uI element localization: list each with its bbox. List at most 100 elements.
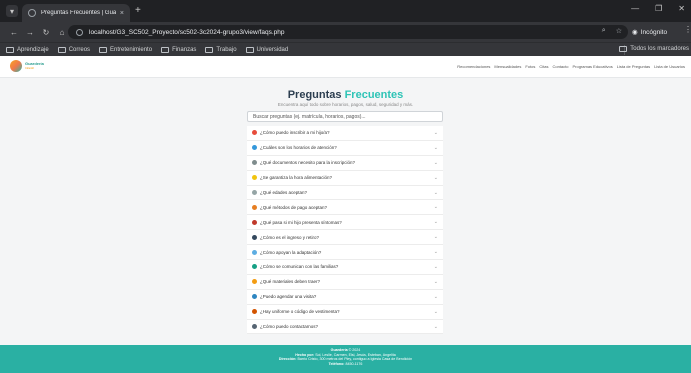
bookmark-folder[interactable]: Aprendizaje — [6, 46, 49, 53]
bookmark-folder[interactable]: Entretenimiento — [99, 46, 152, 53]
faq-search-input[interactable] — [247, 111, 443, 122]
bookmark-star-icon[interactable]: ☆ — [616, 27, 622, 35]
faq-question: ¿Qué documentos necesito para la inscrip… — [260, 160, 356, 166]
question-icon — [252, 279, 257, 285]
logo-icon — [10, 60, 22, 72]
folder-icon — [205, 46, 214, 53]
chevron-down-icon: ⌄ — [433, 189, 438, 196]
faq-question: ¿Qué métodos de pago aceptan? — [260, 204, 328, 210]
faq-question: ¿Hay uniforme o código de vestimenta? — [260, 309, 340, 315]
question-icon — [252, 204, 257, 210]
bookmark-folder[interactable]: Finanzas — [161, 46, 196, 53]
close-window-icon[interactable]: ✕ — [678, 4, 685, 13]
faq-item[interactable]: ¿Qué materiales deben traer? ⌄ — [247, 274, 443, 290]
chevron-down-icon: ⌄ — [433, 249, 438, 256]
faq-item[interactable]: ¿Puedo agendar una visita? ⌄ — [247, 289, 443, 305]
browser-menu-icon[interactable]: ⋮ — [684, 25, 691, 34]
question-icon — [252, 175, 257, 181]
folder-icon — [619, 46, 628, 52]
chevron-down-icon: ⌄ — [433, 174, 438, 181]
nav-link[interactable]: Contacto — [552, 64, 568, 69]
footer-line: Teléfono: 8450-1176 — [328, 361, 363, 366]
faq-item[interactable]: ¿Cómo puedo inscribir a mi hijo/a? ⌄ — [247, 126, 443, 141]
faq-question: ¿Qué pasa si mi hijo presenta síntomas? — [260, 219, 342, 225]
window-controls: — ❐ ✕ — [631, 4, 685, 13]
faq-question: ¿Cómo puedo contactarnos? — [260, 324, 319, 330]
address-bar[interactable]: localhost/G3_SC502_Proyecto/sc502-3c2024… — [68, 25, 628, 39]
chevron-down-icon: ⌄ — [433, 219, 438, 226]
faq-accordion: ¿Cómo puedo inscribir a mi hijo/a? ⌄ ¿Cuá… — [247, 126, 443, 335]
faq-question: ¿Se garantiza la hora alimentación? — [260, 175, 333, 181]
faq-question: ¿Cómo apoyan la adaptación? — [260, 249, 322, 255]
restore-icon[interactable]: ❐ — [655, 4, 662, 13]
close-tab-icon[interactable]: × — [120, 10, 124, 17]
nav-link[interactable]: Fotos — [525, 64, 535, 69]
question-icon — [252, 309, 257, 315]
folder-icon — [245, 46, 254, 53]
page-title: Preguntas Frecuentes — [0, 89, 691, 101]
faq-item[interactable]: ¿Qué métodos de pago aceptan? ⌄ — [247, 200, 443, 216]
new-tab-button[interactable]: + — [135, 5, 141, 16]
all-bookmarks[interactable]: Todos los marcadores — [619, 46, 689, 52]
chevron-down-icon: ⌄ — [433, 293, 438, 300]
browser-toolbar: ← → ↻ ⌂ localhost/G3_SC502_Proyecto/sc50… — [0, 22, 691, 42]
faq-question: ¿Cómo se comunican con las familias? — [260, 264, 339, 270]
question-icon — [252, 324, 257, 330]
chevron-down-icon: ⌄ — [433, 278, 438, 285]
nav-link[interactable]: Recomendaciones — [457, 64, 490, 69]
zoom-icon[interactable]: ⌕ — [602, 27, 606, 35]
question-icon — [252, 145, 257, 151]
question-icon — [252, 160, 257, 166]
faq-item[interactable]: ¿Hay uniforme o código de vestimenta? ⌄ — [247, 304, 443, 320]
reload-icon[interactable]: ↻ — [38, 28, 54, 37]
web-page: Guardería Infantil Recomendaciones Mensu… — [0, 56, 691, 373]
incognito-icon: ◉ — [632, 29, 638, 36]
faq-item[interactable]: ¿Se garantiza la hora alimentación? ⌄ — [247, 170, 443, 186]
folder-icon — [6, 46, 14, 53]
chevron-down-icon: ⌄ — [433, 263, 438, 270]
nav-link[interactable]: Lista de Preguntas — [617, 64, 650, 69]
forward-icon[interactable]: → — [22, 28, 38, 37]
folder-icon — [99, 46, 108, 53]
title-main: Preguntas — [287, 89, 342, 101]
faq-item[interactable]: ¿Cómo es el ingreso y retiro? ⌄ — [247, 230, 443, 246]
site-header: Guardería Infantil Recomendaciones Mensu… — [0, 56, 691, 78]
faq-item[interactable]: ¿Cómo apoyan la adaptación? ⌄ — [247, 245, 443, 261]
faq-question: ¿Qué materiales deben traer? — [260, 279, 321, 285]
faq-question: ¿Cuáles son los horarios de atención? — [260, 145, 337, 151]
back-icon[interactable]: ← — [6, 28, 22, 37]
faq-item[interactable]: ¿Qué documentos necesito para la inscrip… — [247, 155, 443, 171]
browser-tab[interactable]: Preguntas Frecuentes | Guardería × — [22, 4, 130, 22]
browser-titlebar: ▾ Preguntas Frecuentes | Guardería × + —… — [0, 0, 691, 22]
question-icon — [252, 249, 257, 255]
faq-question: ¿Cómo puedo inscribir a mi hijo/a? — [260, 130, 330, 136]
faq-item[interactable]: ¿Qué edades aceptan? ⌄ — [247, 185, 443, 201]
faq-item[interactable]: ¿Cuáles son los horarios de atención? ⌄ — [247, 140, 443, 156]
url-text[interactable]: localhost/G3_SC502_Proyecto/sc502-3c2024… — [89, 29, 284, 36]
faq-item[interactable]: ¿Cómo puedo contactarnos? ⌄ — [247, 319, 443, 335]
bookmark-folder[interactable]: Trabajo — [205, 46, 237, 53]
site-logo[interactable]: Guardería Infantil — [10, 60, 44, 72]
chevron-down-icon: ⌄ — [433, 234, 438, 241]
site-info-icon[interactable] — [76, 28, 83, 36]
globe-icon — [28, 9, 36, 17]
title-accent: Frecuentes — [344, 89, 404, 101]
chevron-down-icon: ⌄ — [433, 144, 438, 151]
nav-link[interactable]: Programas Educativos — [572, 64, 612, 69]
nav-link[interactable]: Mensualidades — [494, 64, 521, 69]
bookmark-folder[interactable]: Correos — [57, 46, 90, 53]
minimize-icon[interactable]: — — [631, 4, 639, 13]
question-icon — [252, 219, 257, 225]
nav-link[interactable]: Citas — [539, 64, 548, 69]
question-icon — [252, 264, 257, 270]
tab-search-icon[interactable]: ▾ — [6, 5, 18, 17]
bookmark-folder[interactable]: Universidad — [245, 46, 288, 53]
site-nav: Recomendaciones Mensualidades Fotos Cita… — [457, 64, 685, 69]
nav-link[interactable]: Lista de Usuarios — [654, 64, 685, 69]
chevron-down-icon: ⌄ — [433, 129, 438, 136]
chevron-down-icon: ⌄ — [433, 323, 438, 330]
incognito-indicator[interactable]: ◉ Incógnito — [632, 25, 667, 39]
faq-item[interactable]: ¿Qué pasa si mi hijo presenta síntomas? ⌄ — [247, 215, 443, 231]
tab-title: Preguntas Frecuentes | Guardería — [41, 10, 116, 16]
faq-item[interactable]: ¿Cómo se comunican con las familias? ⌄ — [247, 260, 443, 275]
